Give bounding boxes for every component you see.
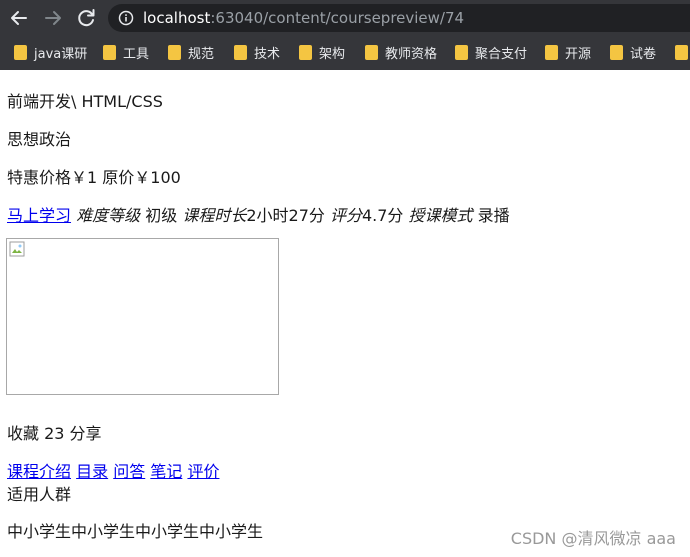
course-tabs: 课程介绍 目录 问答 笔记 评价 xyxy=(7,458,219,482)
difficulty-value: 初级 xyxy=(140,206,183,225)
bookmark-label: 开源 xyxy=(565,46,592,62)
folder-icon xyxy=(234,44,247,60)
url-host: localhost xyxy=(143,9,211,27)
course-meta: 马上学习 难度等级 初级 课程时长2小时27分 评分4.7分 授课模式 录播 xyxy=(7,202,510,226)
url-text[interactable]: localhost:63040/content/coursepreview/74 xyxy=(143,9,464,27)
bookmark-item[interactable]: 工具 xyxy=(103,42,149,62)
page-content: 前端开发\ HTML/CSS 思想政治 特惠价格￥1 原价￥100 马上学习 难… xyxy=(0,70,690,557)
bookmark-item[interactable]: 教师资格 xyxy=(365,42,437,62)
address-bar[interactable]: localhost:63040/content/coursepreview/74 xyxy=(108,4,690,32)
mode-value: 录播 xyxy=(472,206,510,225)
tab-qa[interactable]: 问答 xyxy=(113,462,145,481)
audience-value: 中小学生中小学生中小学生中小学生 xyxy=(7,522,264,541)
folder-icon xyxy=(365,44,378,60)
tab-intro[interactable]: 课程介绍 xyxy=(7,462,71,481)
tab-catalog[interactable]: 目录 xyxy=(76,462,108,481)
tab-notes[interactable]: 笔记 xyxy=(150,462,182,481)
learn-now-link[interactable]: 马上学习 xyxy=(7,206,71,225)
bookmark-label: 工具 xyxy=(123,46,150,62)
bookmark-label: 技术 xyxy=(254,46,281,62)
course-image xyxy=(6,238,279,395)
bookmark-item[interactable]: 聚合支付 xyxy=(455,42,527,62)
bookmark-item[interactable]: 开源 xyxy=(545,42,591,62)
reload-icon xyxy=(78,9,95,27)
bookmark-item[interactable]: 技术 xyxy=(234,42,280,62)
duration-label: 课程时长 xyxy=(182,206,247,225)
folder-icon xyxy=(168,44,181,60)
arrow-right-icon xyxy=(45,11,61,25)
folder-icon xyxy=(675,44,688,60)
bookmark-label: 规范 xyxy=(188,46,215,62)
bookmark-item[interactable]: java课研 xyxy=(14,42,87,62)
info-icon[interactable] xyxy=(118,10,134,26)
bookmark-item[interactable]: 试卷 xyxy=(610,42,656,62)
bookmark-label: 试卷 xyxy=(630,46,657,62)
course-category: 前端开发\ HTML/CSS xyxy=(7,92,163,111)
bookmark-label: 架构 xyxy=(319,46,346,62)
bookmark-label: java课研 xyxy=(34,46,88,62)
bookmark-label: 聚合支付 xyxy=(475,46,528,62)
folder-icon xyxy=(299,44,312,60)
bookmark-overflow[interactable] xyxy=(675,42,690,62)
bookmarks-bar: java课研 工具 规范 技术 架构 教师资格 聚合支付 开源 试卷 xyxy=(0,36,690,66)
back-button[interactable] xyxy=(7,6,31,30)
bookmark-item[interactable]: 架构 xyxy=(299,42,345,62)
folder-icon xyxy=(455,44,468,60)
arrow-left-icon xyxy=(11,11,27,25)
browser-chrome: localhost:63040/content/coursepreview/74… xyxy=(0,0,690,70)
csdn-watermark: CSDN @清风微凉 aaa xyxy=(510,529,676,548)
folder-icon xyxy=(610,44,623,60)
bookmark-item[interactable]: 规范 xyxy=(168,42,214,62)
rating-value: 4.7分 xyxy=(361,206,409,225)
difficulty-label: 难度等级 xyxy=(76,206,141,225)
folder-icon xyxy=(545,44,558,60)
rating-label: 评分 xyxy=(329,206,362,225)
mode-label: 授课模式 xyxy=(408,206,473,225)
url-path: :63040/content/coursepreview/74 xyxy=(210,9,465,27)
duration-value: 2小时27分 xyxy=(246,206,330,225)
reload-button[interactable] xyxy=(74,6,98,30)
bookmark-label: 教师资格 xyxy=(385,46,438,62)
favorites-share: 收藏 23 分享 xyxy=(7,424,102,443)
forward-button[interactable] xyxy=(41,6,65,30)
tab-reviews[interactable]: 评价 xyxy=(187,462,219,481)
folder-icon xyxy=(14,44,27,60)
browser-toolbar: localhost:63040/content/coursepreview/74 xyxy=(0,0,690,36)
course-title: 思想政治 xyxy=(7,130,72,149)
broken-image-icon xyxy=(9,241,25,257)
audience-title: 适用人群 xyxy=(7,485,72,504)
price-info: 特惠价格￥1 原价￥100 xyxy=(7,168,181,187)
folder-icon xyxy=(103,44,116,60)
